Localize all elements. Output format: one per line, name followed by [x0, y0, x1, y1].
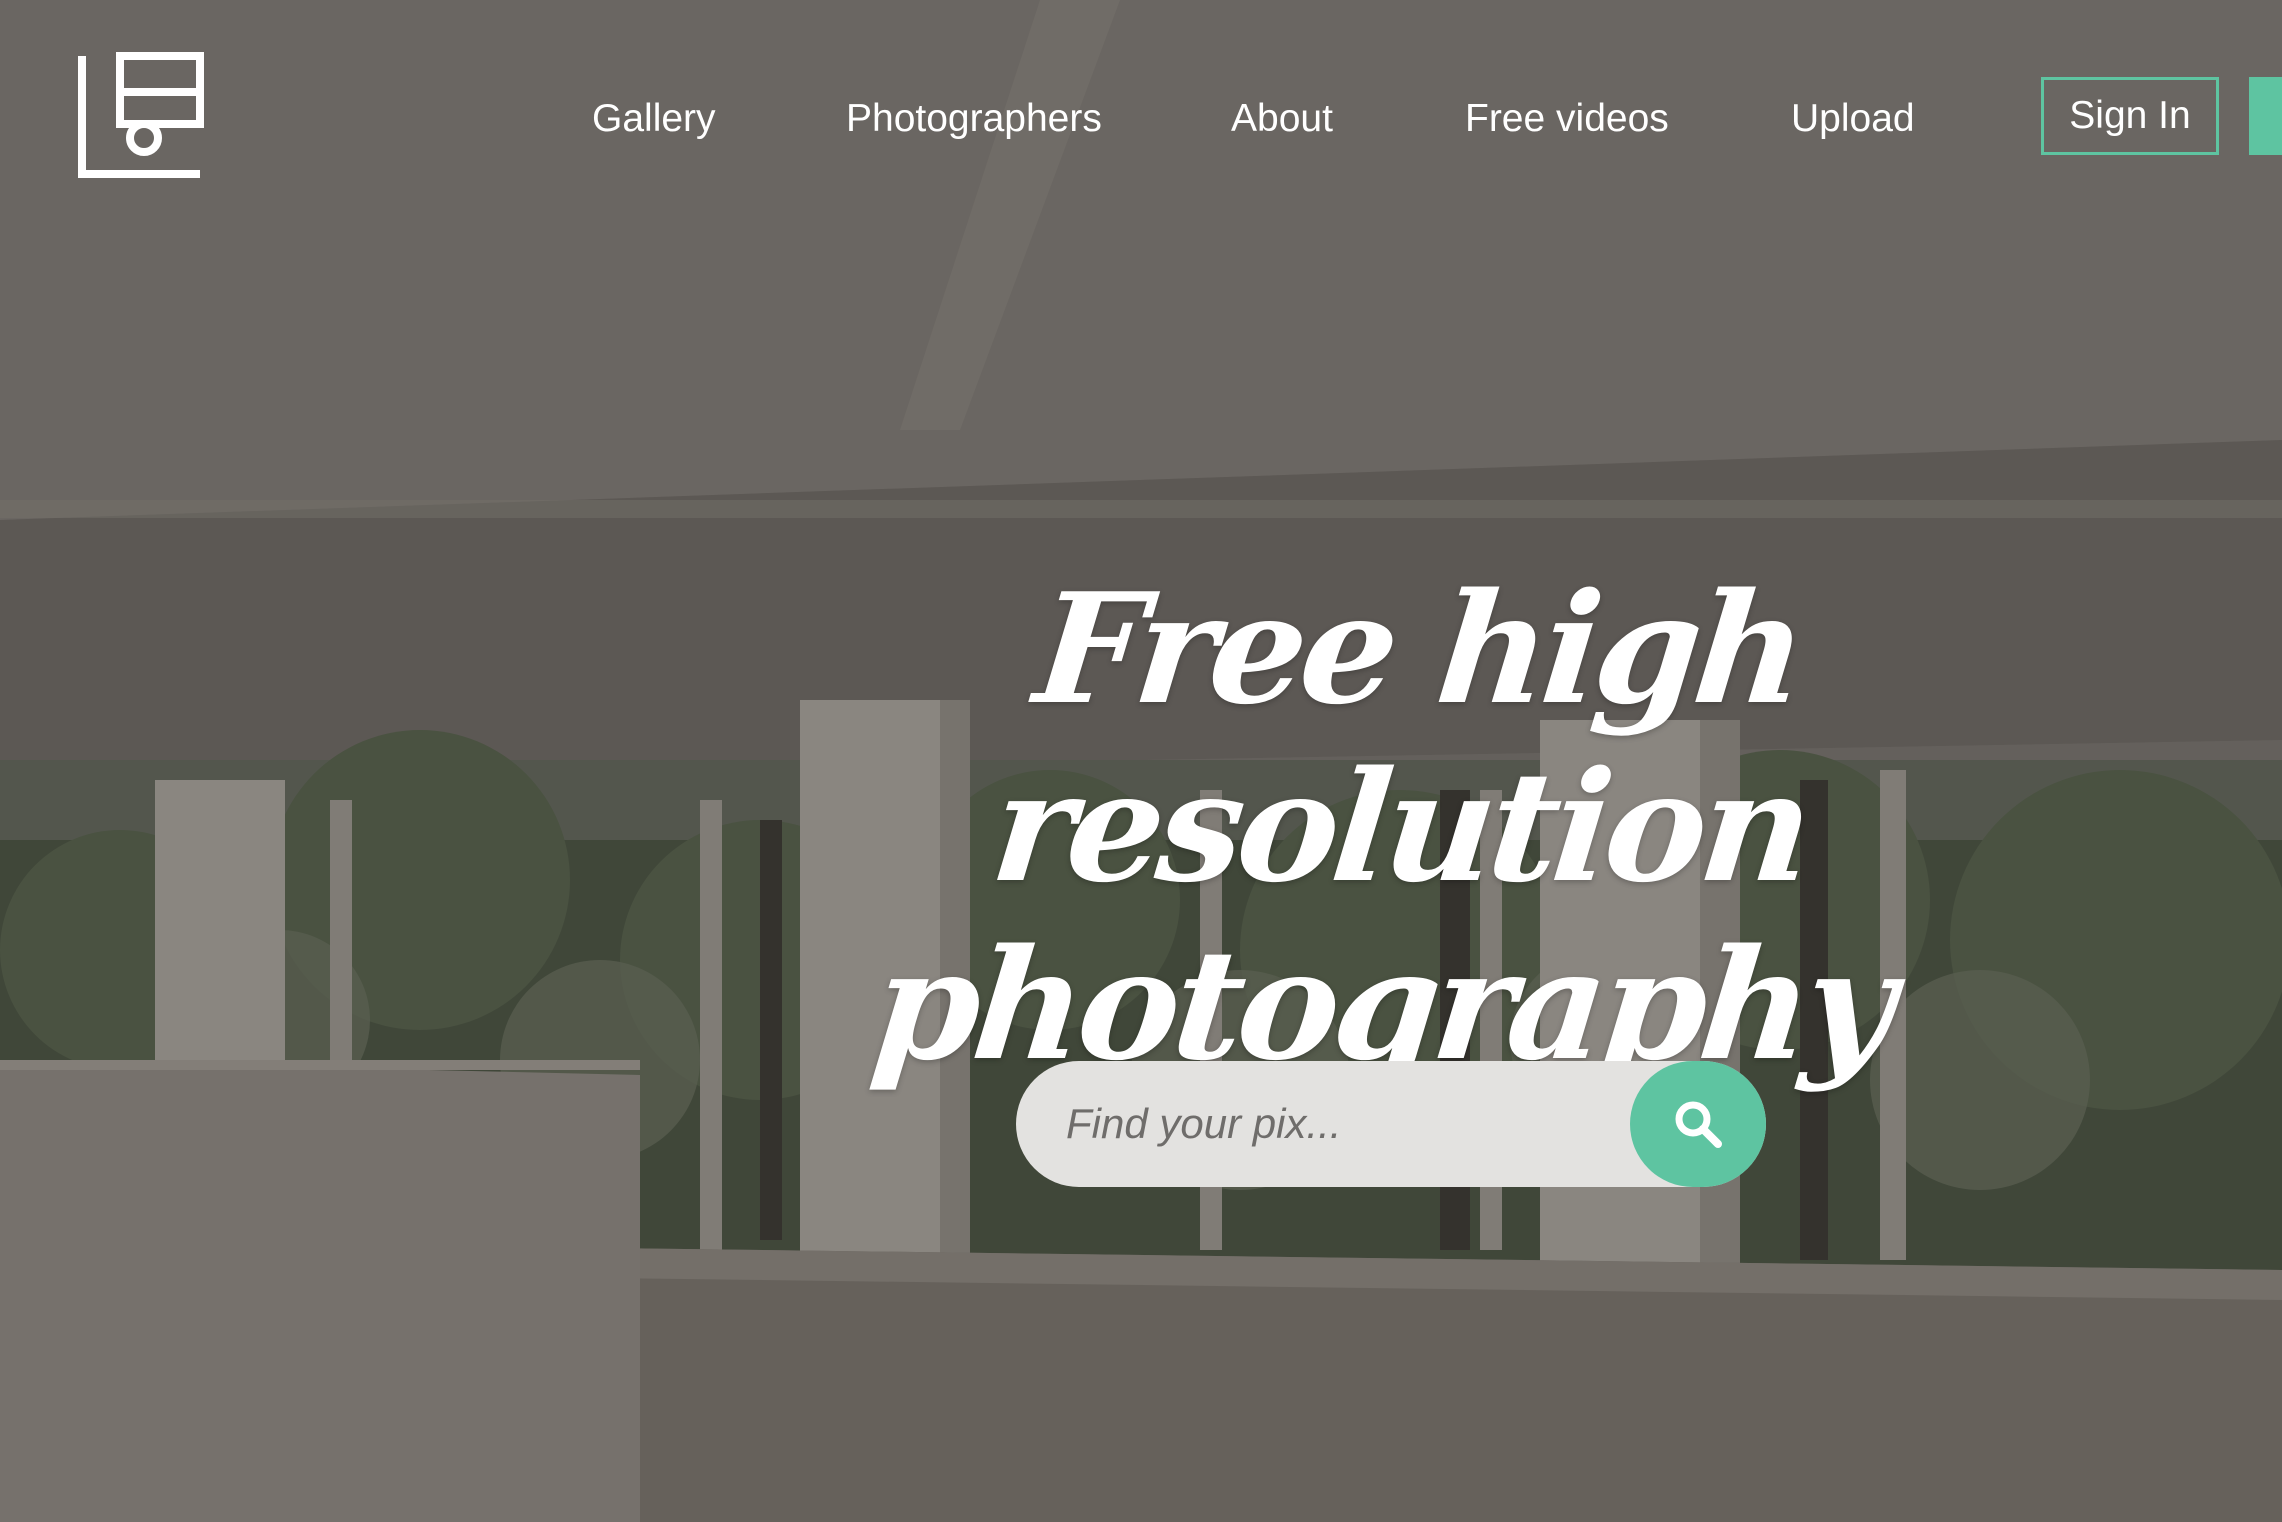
- hero-title: Free high resolution photography: [672, 559, 2128, 1094]
- search-bar: [1016, 1061, 1766, 1187]
- nav-item-photographers[interactable]: Photographers: [846, 84, 1102, 154]
- sign-in-button[interactable]: Sign In: [2041, 77, 2219, 155]
- nav-item-upload[interactable]: Upload: [1791, 84, 1915, 154]
- search-button[interactable]: [1630, 1061, 1766, 1187]
- search-input[interactable]: [1066, 1061, 1626, 1187]
- hero-title-line-1: Free high resolution: [984, 559, 1816, 916]
- join-button[interactable]: [2249, 77, 2282, 155]
- nav-item-about[interactable]: About: [1231, 84, 1333, 154]
- nav-item-free-videos[interactable]: Free videos: [1465, 84, 1669, 154]
- site-logo[interactable]: [76, 52, 204, 180]
- search-icon: [1675, 1101, 1722, 1148]
- nav-item-gallery[interactable]: Gallery: [592, 84, 716, 154]
- camera-frame-logo-icon: [78, 52, 204, 178]
